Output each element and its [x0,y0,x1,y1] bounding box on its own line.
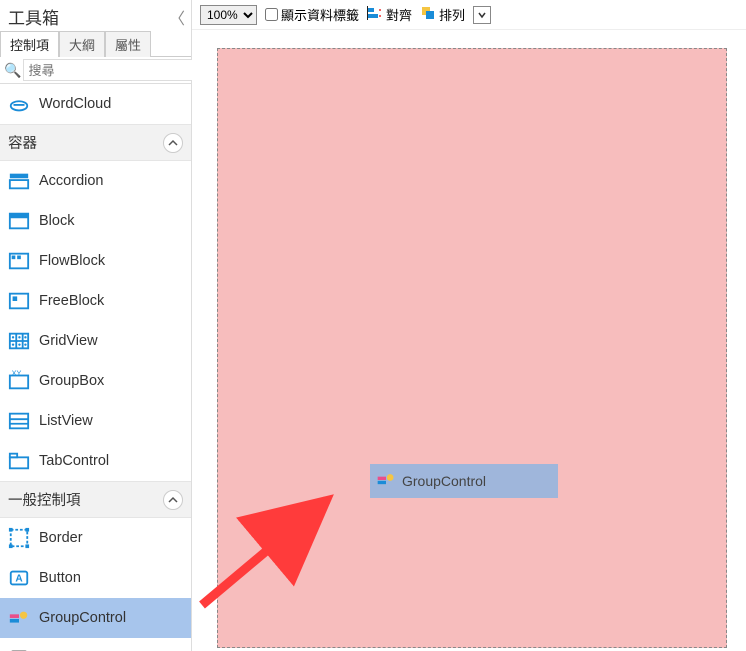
drag-ghost-label: GroupControl [402,473,486,489]
toolbox-items: WordCloud 容器 Accordion Block FlowBlock F… [0,84,191,651]
listview-icon [8,410,30,432]
tab-controls[interactable]: 控制項 [0,31,59,57]
align-icon [367,5,383,24]
groupcontrol-icon [8,607,30,629]
toolbox-item-accordion[interactable]: Accordion [0,161,191,201]
querybutton-icon: Q [8,647,30,651]
category-label: 容器 [8,132,37,153]
item-label: Border [39,530,83,546]
canvas-area: 100% 顯示資料標籤 對齊 排列 GroupControl [192,0,746,651]
freeblock-icon [8,290,30,312]
align-button[interactable]: 對齊 [367,5,412,24]
toolbar-more-dropdown[interactable] [473,6,491,24]
search-input[interactable] [23,59,209,81]
button-icon: A [8,567,30,589]
toolbox-sidebar: 工具箱 〈 控制項 大綱 屬性 🔍 WordCloud 容器 Accordion [0,0,192,651]
toolbox-title: 工具箱 [8,4,59,29]
designer-toolbar: 100% 顯示資料標籤 對齊 排列 [192,0,746,30]
toolbox-item-freeblock[interactable]: FreeBlock [0,281,191,321]
toolbox-item-tabcontrol[interactable]: TabControl [0,441,191,481]
toolbox-item-wordcloud[interactable]: WordCloud [0,84,191,124]
chevron-up-icon [163,490,183,510]
tab-properties[interactable]: 屬性 [105,31,151,57]
canvas-viewport[interactable]: GroupControl [192,30,746,651]
item-label: ListView [39,413,93,429]
toolbox-item-flowblock[interactable]: FlowBlock [0,241,191,281]
toolbox-item-groupcontrol[interactable]: GroupControl [0,598,191,638]
item-label: WordCloud [39,96,111,112]
svg-text:XY: XY [12,370,22,378]
search-row: 🔍 [0,57,191,84]
category-general-controls[interactable]: 一般控制項 [0,481,191,518]
svg-text:A: A [15,574,23,585]
accordion-icon [8,170,30,192]
toolbox-tabs: 控制項 大綱 屬性 [0,31,191,57]
category-label: 一般控制項 [8,489,81,510]
item-label: GroupControl [39,610,126,626]
toolbox-item-querybutton[interactable]: Q QueryButton [0,638,191,651]
align-label: 對齊 [386,5,412,24]
flowblock-icon [8,250,30,272]
toolbox-item-button[interactable]: A Button [0,558,191,598]
item-label: TabControl [39,453,109,469]
item-label: Button [39,570,81,586]
chevron-up-icon [163,133,183,153]
item-label: GridView [39,333,98,349]
item-label: Block [39,213,74,229]
item-label: FlowBlock [39,253,105,269]
drag-ghost-groupcontrol: GroupControl [370,464,558,498]
item-label: Accordion [39,173,103,189]
toolbox-item-gridview[interactable]: GridView [0,321,191,361]
show-data-label-checkbox[interactable]: 顯示資料標籤 [265,5,359,24]
design-surface[interactable]: GroupControl [217,48,727,648]
groupcontrol-icon [376,470,396,493]
groupbox-icon: XY [8,370,30,392]
search-icon: 🔍 [4,62,21,79]
tab-outline[interactable]: 大綱 [59,31,105,57]
item-label: GroupBox [39,373,104,389]
category-containers[interactable]: 容器 [0,124,191,161]
collapse-sidebar-icon[interactable]: 〈 [169,5,185,29]
item-label: FreeBlock [39,293,104,309]
block-icon [8,210,30,232]
arrange-icon [420,5,436,24]
border-icon [8,527,30,549]
show-data-label-input[interactable] [265,8,278,21]
zoom-select[interactable]: 100% [200,5,257,25]
arrange-button[interactable]: 排列 [420,5,465,24]
toolbox-item-groupbox[interactable]: XY GroupBox [0,361,191,401]
show-data-label-text: 顯示資料標籤 [281,5,359,24]
tabcontrol-icon [8,450,30,472]
gridview-icon [8,330,30,352]
arrange-label: 排列 [439,5,465,24]
toolbox-item-border[interactable]: Border [0,518,191,558]
toolbox-item-block[interactable]: Block [0,201,191,241]
toolbox-item-listview[interactable]: ListView [0,401,191,441]
wordcloud-icon [8,93,30,115]
